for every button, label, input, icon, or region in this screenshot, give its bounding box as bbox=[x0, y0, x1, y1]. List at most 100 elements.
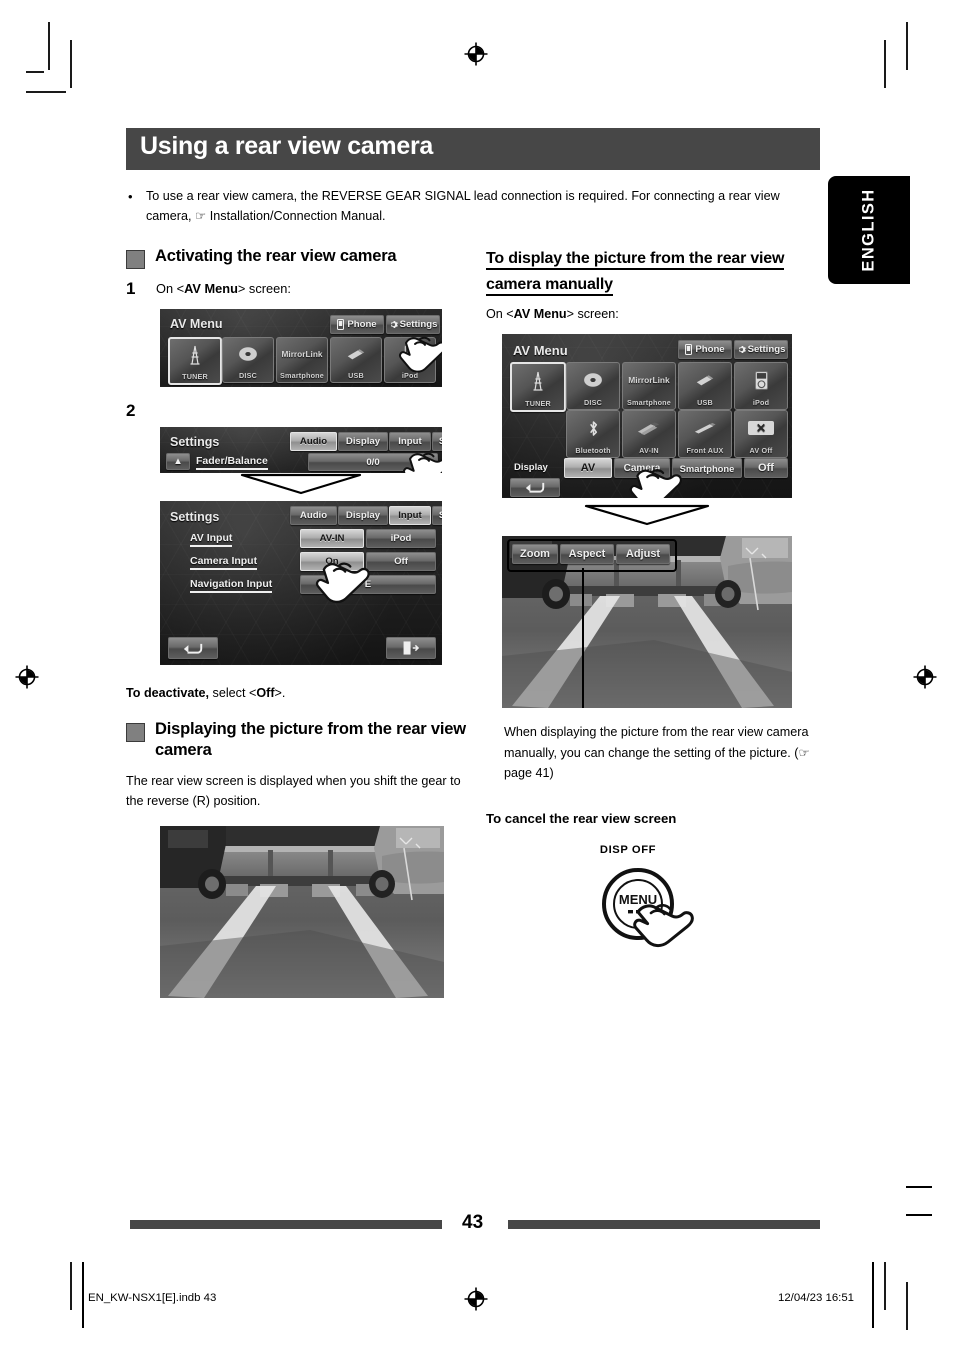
heading-activating-label: Activating the rear view camera bbox=[155, 247, 397, 265]
source-caption: Smartphone bbox=[280, 371, 324, 380]
fader-balance-value[interactable]: 0/0 bbox=[308, 453, 438, 471]
phone-button-1[interactable]: Phone bbox=[330, 315, 384, 334]
displaying-body: The rear view screen is displayed when y… bbox=[126, 773, 461, 809]
tab-input[interactable]: Input bbox=[389, 506, 431, 525]
mirrorlink-logo-icon: MirrorLink bbox=[281, 349, 323, 359]
phone-button-1-label: Phone bbox=[347, 319, 377, 330]
return-arrow-icon bbox=[525, 483, 545, 493]
tab-audio[interactable]: Audio bbox=[290, 432, 337, 451]
display-option-off[interactable]: Off bbox=[744, 458, 788, 479]
flow-arrow-down-2 bbox=[502, 504, 792, 530]
language-tab-label: ENGLISH bbox=[859, 188, 878, 272]
fader-balance-label: Fader/Balance bbox=[196, 455, 268, 470]
display-row-label: Display bbox=[514, 462, 548, 474]
source-button-tuner-2[interactable]: TUNER bbox=[510, 362, 566, 413]
phone-button-2[interactable]: Phone bbox=[678, 340, 732, 360]
source-button-bluetooth[interactable]: Bluetooth bbox=[566, 410, 620, 459]
on-av-menu-text: On <AV Menu> screen: bbox=[486, 306, 619, 321]
av-input-option-avin[interactable]: AV-IN bbox=[300, 529, 364, 548]
source-caption: Smartphone bbox=[627, 398, 671, 408]
source-button-usb-2[interactable]: USB bbox=[678, 362, 732, 411]
intro-bullet: • To use a rear view camera, the REVERSE… bbox=[128, 186, 818, 227]
source-caption: DISC bbox=[584, 398, 602, 408]
usb-stick-icon bbox=[345, 338, 367, 370]
section-marker-square bbox=[126, 250, 145, 269]
tab-audio[interactable]: Audio bbox=[290, 506, 337, 525]
source-button-disc-1[interactable]: DISC bbox=[222, 337, 274, 383]
heading-activating: Activating the rear view camera bbox=[126, 246, 474, 269]
heading-manual-display: To display the picture from the rear vie… bbox=[486, 246, 820, 298]
display-option-smartphone[interactable]: Smartphone bbox=[672, 458, 742, 479]
scroll-up-button[interactable]: ▲ bbox=[166, 453, 190, 470]
source-button-avin[interactable]: AV-IN bbox=[622, 410, 676, 459]
source-button-avoff[interactable]: ✕ AV Off bbox=[734, 410, 788, 459]
tuner-antenna-icon bbox=[530, 364, 546, 398]
deactivate-note: To deactivate, select <Off>. bbox=[126, 686, 286, 700]
section-marker-square bbox=[126, 723, 145, 743]
step-2: 2 bbox=[126, 401, 474, 423]
disc-icon bbox=[238, 338, 258, 370]
step-1-number: 1 bbox=[126, 279, 136, 298]
camera-input-label: Camera Input bbox=[190, 555, 258, 570]
rear-view-photo-left bbox=[160, 825, 444, 998]
source-button-ipod-1[interactable]: iPod bbox=[384, 337, 436, 383]
tab-display[interactable]: Display bbox=[338, 506, 388, 525]
source-button-frontaux[interactable]: Front AUX bbox=[678, 410, 732, 459]
av-input-option-ipod[interactable]: iPod bbox=[366, 529, 436, 548]
camera-input-option-off[interactable]: Off bbox=[366, 552, 436, 571]
footer-rule-right bbox=[508, 1220, 820, 1229]
source-caption: AV Off bbox=[749, 446, 773, 456]
step-1-text: On <AV Menu> screen: bbox=[156, 281, 291, 296]
tab-system[interactable]: System bbox=[432, 506, 442, 525]
right-column: To display the picture from the rear vie… bbox=[486, 246, 820, 956]
settings-screen-audio[interactable]: Settings Audio Display Input System ▲ Fa… bbox=[160, 427, 442, 473]
disp-off-label: DISP OFF bbox=[599, 844, 657, 857]
source-button-ipod-2[interactable]: iPod bbox=[734, 362, 788, 411]
settings-button-2[interactable]: Settings bbox=[734, 340, 788, 360]
manual-note: When displaying the picture from the rea… bbox=[504, 725, 810, 780]
source-button-smartphone-2[interactable]: MirrorLink Smartphone bbox=[622, 362, 676, 411]
source-caption: USB bbox=[697, 398, 713, 408]
rear-view-photo-right[interactable]: Zoom Aspect Adjust bbox=[502, 536, 792, 709]
mirrorlink-logo-icon: MirrorLink bbox=[628, 375, 670, 386]
exit-button[interactable] bbox=[386, 637, 436, 659]
page-number: 43 bbox=[462, 1212, 484, 1233]
source-button-tuner-1[interactable]: TUNER bbox=[168, 337, 222, 385]
language-tab: ENGLISH bbox=[828, 176, 910, 284]
av-menu-screen-2[interactable]: AV Menu Phone Settings TUNER DISC Mirror… bbox=[502, 334, 792, 499]
close-icon: ✕ bbox=[748, 411, 774, 445]
tuner-antenna-icon bbox=[187, 339, 203, 371]
settings-button-1[interactable]: Settings bbox=[386, 315, 440, 334]
tab-input[interactable]: Input bbox=[389, 432, 431, 451]
av-menu-1-title: AV Menu bbox=[170, 317, 223, 331]
camera-input-option-on[interactable]: On bbox=[300, 552, 364, 571]
av-menu-screen-1[interactable]: AV Menu Phone Settings TUNER DISC Mirror… bbox=[160, 309, 442, 387]
heading-cancel: To cancel the rear view screen bbox=[486, 811, 677, 827]
exit-icon bbox=[403, 641, 419, 655]
navigation-input-label: Navigation Input bbox=[190, 578, 273, 593]
tab-system[interactable]: System bbox=[432, 432, 442, 451]
footer-file-label: EN_KW-NSX1[E].indb 43 bbox=[88, 1292, 217, 1304]
settings-button-2-label: Settings bbox=[747, 344, 786, 356]
source-button-usb-1[interactable]: USB bbox=[330, 337, 382, 383]
heading-displaying-label: Displaying the picture from the rear vie… bbox=[155, 720, 466, 760]
source-button-smartphone-1[interactable]: MirrorLink Smartphone bbox=[276, 337, 328, 383]
heading-displaying: Displaying the picture from the rear vie… bbox=[126, 719, 474, 761]
display-option-av[interactable]: AV bbox=[564, 458, 612, 479]
navigation-input-option[interactable]: E bbox=[300, 575, 436, 594]
settings-screen-input[interactable]: Settings Audio Display Input System AV I… bbox=[160, 501, 442, 665]
display-option-camera[interactable]: Camera bbox=[614, 458, 670, 479]
source-button-disc-2[interactable]: DISC bbox=[566, 362, 620, 411]
aux-plug-icon bbox=[693, 411, 717, 445]
source-caption: TUNER bbox=[182, 372, 208, 381]
footer-tick-right-1 bbox=[906, 1186, 932, 1188]
source-caption: AV-IN bbox=[639, 446, 659, 456]
step-1: 1 On <AV Menu> screen: bbox=[126, 279, 474, 301]
source-caption: TUNER bbox=[525, 399, 551, 409]
menu-knob-illustration: DISP OFF MENU bbox=[486, 844, 820, 956]
back-button-2[interactable] bbox=[510, 478, 560, 498]
intro-text: To use a rear view camera, the REVERSE G… bbox=[146, 189, 780, 224]
footer-rule-left bbox=[130, 1220, 442, 1229]
tab-display[interactable]: Display bbox=[338, 432, 388, 451]
back-button[interactable] bbox=[168, 637, 218, 659]
